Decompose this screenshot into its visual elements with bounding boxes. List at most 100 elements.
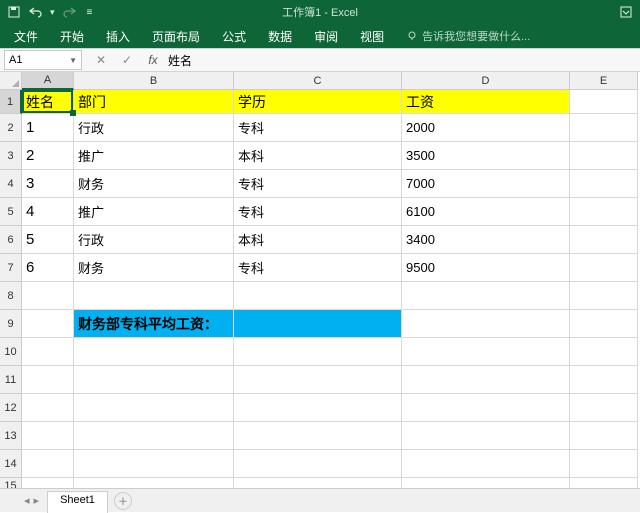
cell[interactable] xyxy=(22,366,74,394)
cell[interactable]: 行政 xyxy=(74,114,234,142)
ribbon-options-icon[interactable] xyxy=(618,4,634,20)
grid[interactable]: ABCDE 123456789101112131415 姓名部门学历工资1行政专… xyxy=(0,72,640,488)
accept-formula-icon[interactable]: ✓ xyxy=(118,51,136,69)
cell[interactable] xyxy=(402,478,570,488)
cell[interactable]: 部门 xyxy=(74,90,234,114)
cell[interactable]: 姓名 xyxy=(22,90,74,114)
tab-formulas[interactable]: 公式 xyxy=(214,25,254,48)
cell[interactable] xyxy=(402,394,570,422)
cell[interactable]: 财务 xyxy=(74,254,234,282)
cell[interactable] xyxy=(74,366,234,394)
undo-icon[interactable] xyxy=(28,4,44,20)
cell[interactable] xyxy=(22,394,74,422)
col-header-B[interactable]: B xyxy=(74,72,234,90)
tab-home[interactable]: 开始 xyxy=(52,25,92,48)
formula-input[interactable] xyxy=(162,50,640,70)
cell[interactable]: 7000 xyxy=(402,170,570,198)
tab-insert[interactable]: 插入 xyxy=(98,25,138,48)
cell[interactable] xyxy=(402,450,570,478)
qat-customize-icon[interactable]: ≡ xyxy=(87,7,93,18)
cell[interactable] xyxy=(74,422,234,450)
cell[interactable] xyxy=(570,114,638,142)
cell[interactable]: 3400 xyxy=(402,226,570,254)
cell[interactable] xyxy=(570,90,638,114)
cell[interactable]: 2 xyxy=(22,142,74,170)
row-header-3[interactable]: 3 xyxy=(0,142,22,170)
cell[interactable]: 6 xyxy=(22,254,74,282)
cell[interactable]: 9500 xyxy=(402,254,570,282)
cell[interactable] xyxy=(570,170,638,198)
sheet-nav[interactable]: ◂ ▸ xyxy=(24,494,39,507)
cell[interactable] xyxy=(570,142,638,170)
save-icon[interactable] xyxy=(6,4,22,20)
qat-dropdown-icon[interactable]: ▾ xyxy=(50,7,55,18)
row-header-6[interactable]: 6 xyxy=(0,226,22,254)
cell[interactable] xyxy=(22,310,74,338)
cell[interactable]: 行政 xyxy=(74,226,234,254)
cell[interactable] xyxy=(234,394,402,422)
cell[interactable] xyxy=(234,282,402,310)
cell[interactable]: 推广 xyxy=(74,198,234,226)
cell[interactable] xyxy=(402,282,570,310)
cell[interactable]: 4 xyxy=(22,198,74,226)
cell[interactable]: 1 xyxy=(22,114,74,142)
cell[interactable] xyxy=(234,338,402,366)
cell[interactable] xyxy=(570,254,638,282)
sheet-prev-icon[interactable]: ◂ xyxy=(24,494,30,507)
tab-data[interactable]: 数据 xyxy=(260,25,300,48)
cell[interactable]: 专科 xyxy=(234,114,402,142)
cell[interactable] xyxy=(570,366,638,394)
cell[interactable] xyxy=(22,478,74,488)
cell[interactable]: 3500 xyxy=(402,142,570,170)
cell[interactable]: 本科 xyxy=(234,142,402,170)
row-header-10[interactable]: 10 xyxy=(0,338,22,366)
cell[interactable] xyxy=(22,338,74,366)
cell[interactable] xyxy=(74,338,234,366)
row-header-2[interactable]: 2 xyxy=(0,114,22,142)
tab-review[interactable]: 审阅 xyxy=(306,25,346,48)
redo-icon[interactable] xyxy=(61,4,77,20)
cell[interactable]: 3 xyxy=(22,170,74,198)
row-header-8[interactable]: 8 xyxy=(0,282,22,310)
cell[interactable] xyxy=(570,310,638,338)
cell[interactable] xyxy=(74,478,234,488)
cell[interactable] xyxy=(570,338,638,366)
cell[interactable] xyxy=(570,450,638,478)
cell[interactable] xyxy=(74,394,234,422)
cell[interactable] xyxy=(402,422,570,450)
cell[interactable]: 5 xyxy=(22,226,74,254)
row-header-7[interactable]: 7 xyxy=(0,254,22,282)
cell[interactable] xyxy=(234,422,402,450)
cell[interactable] xyxy=(74,282,234,310)
cell[interactable]: 2000 xyxy=(402,114,570,142)
cell[interactable] xyxy=(22,450,74,478)
cell[interactable]: 专科 xyxy=(234,170,402,198)
row-header-14[interactable]: 14 xyxy=(0,450,22,478)
cell[interactable]: 专科 xyxy=(234,254,402,282)
cell[interactable] xyxy=(570,226,638,254)
cell[interactable]: 学历 xyxy=(234,90,402,114)
cell[interactable] xyxy=(22,282,74,310)
tellme-search[interactable]: 告诉我您想要做什么... xyxy=(406,28,530,44)
col-header-E[interactable]: E xyxy=(570,72,638,90)
cell[interactable] xyxy=(402,310,570,338)
tab-pagelayout[interactable]: 页面布局 xyxy=(144,25,208,48)
cell[interactable] xyxy=(234,366,402,394)
cell[interactable] xyxy=(570,394,638,422)
cell[interactable] xyxy=(74,450,234,478)
col-header-D[interactable]: D xyxy=(402,72,570,90)
col-header-C[interactable]: C xyxy=(234,72,402,90)
name-box[interactable]: A1 ▼ xyxy=(4,50,82,70)
add-sheet-button[interactable]: ＋ xyxy=(114,492,132,510)
cell[interactable] xyxy=(234,450,402,478)
cell[interactable]: 本科 xyxy=(234,226,402,254)
cell[interactable]: 专科 xyxy=(234,198,402,226)
cell-grid[interactable]: 姓名部门学历工资1行政专科20002推广本科35003财务专科70004推广专科… xyxy=(22,90,638,488)
tab-file[interactable]: 文件 xyxy=(6,25,46,48)
cell[interactable] xyxy=(570,422,638,450)
cell[interactable]: 6100 xyxy=(402,198,570,226)
cell[interactable] xyxy=(570,478,638,488)
cell[interactable] xyxy=(402,338,570,366)
select-all-cell[interactable] xyxy=(0,72,22,90)
cell[interactable]: 工资 xyxy=(402,90,570,114)
